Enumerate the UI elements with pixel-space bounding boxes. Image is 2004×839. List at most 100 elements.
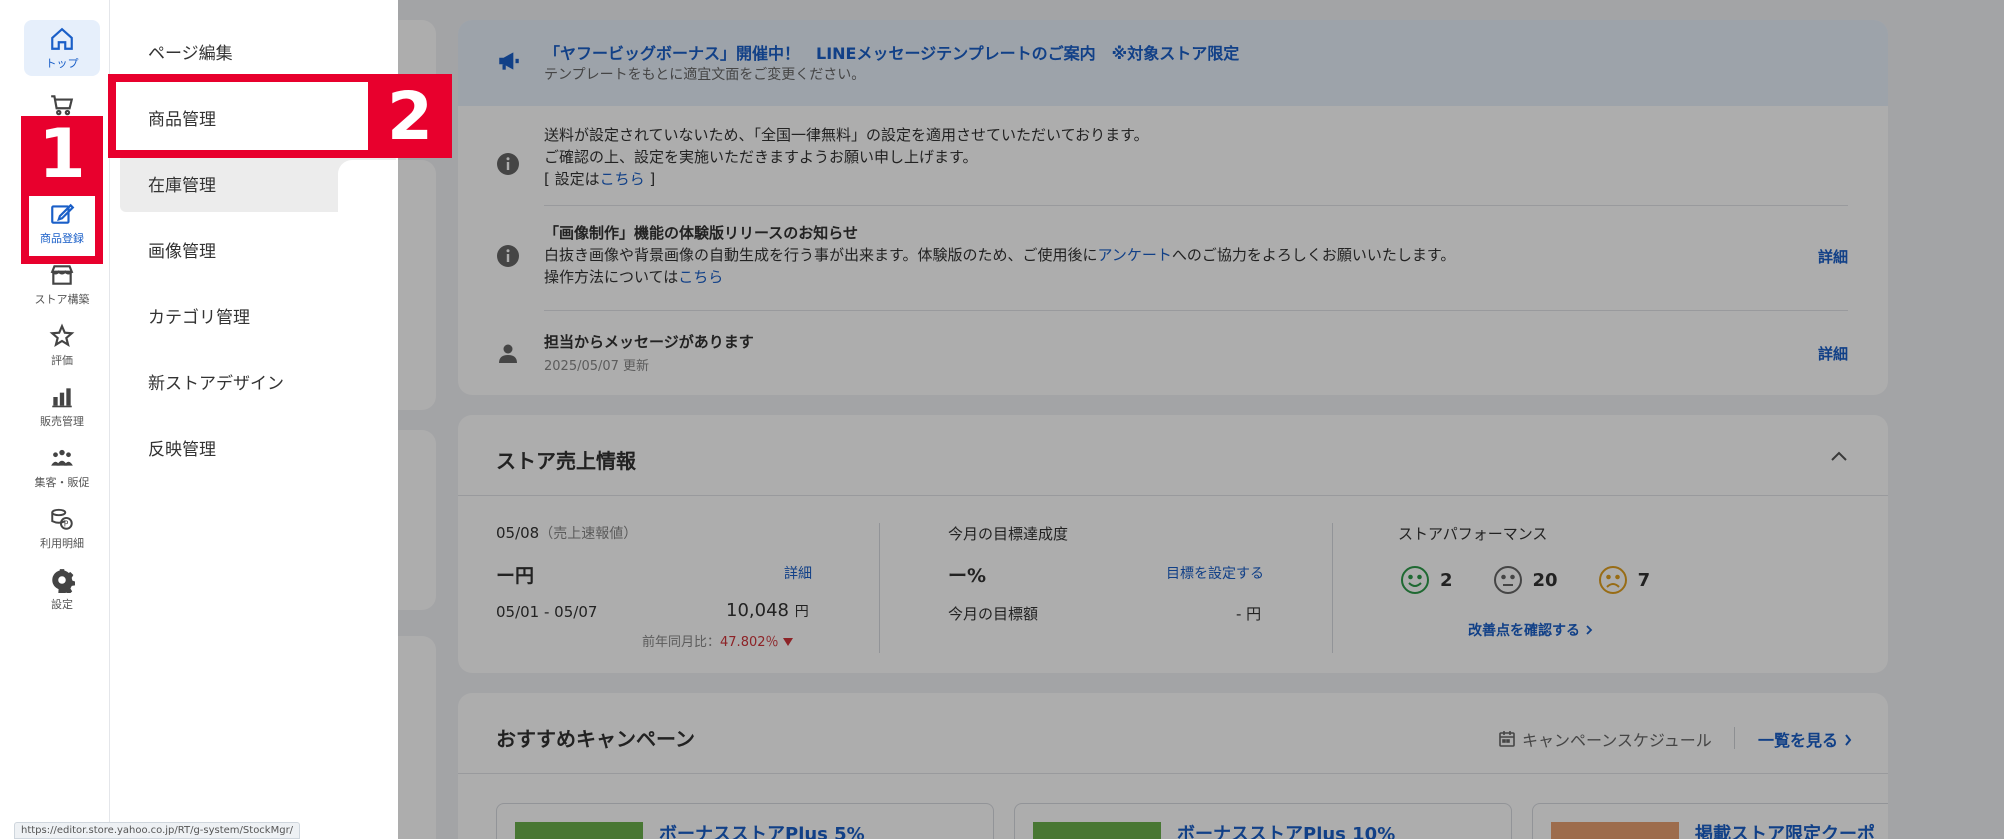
view-all-label: 一覧を見る bbox=[1758, 731, 1839, 750]
status-bar-url: https://editor.store.yahoo.co.jp/RT/g-sy… bbox=[14, 822, 301, 839]
star-icon bbox=[49, 323, 75, 347]
notice-title: 担当からメッセージがあります bbox=[544, 333, 754, 351]
calendar-icon bbox=[1499, 731, 1515, 747]
left-column-card bbox=[338, 636, 436, 839]
rail-item-promotion[interactable]: 集客・販促 bbox=[24, 439, 100, 495]
target-amount-value: - 円 bbox=[1236, 605, 1262, 623]
notice-text: 操作方法については bbox=[544, 268, 679, 286]
notice-title: 「画像制作」機能の体験版リリースのお知らせ bbox=[544, 224, 858, 242]
divider bbox=[879, 523, 880, 653]
left-column-card bbox=[338, 160, 436, 410]
notice-message: 担当からメッセージがあります 2025/05/07 更新 詳細 bbox=[458, 311, 1888, 395]
notice-text: へのご協力をよろしくお願いいたします。 bbox=[1171, 246, 1456, 264]
campaign-thumbnail bbox=[1033, 822, 1161, 839]
rail-label: 評価 bbox=[51, 353, 73, 367]
rail-label: トップ bbox=[45, 56, 79, 70]
bar-chart-icon bbox=[52, 387, 72, 407]
campaign-banner[interactable]: 「ヤフービッグボーナス」開催中！ LINEメッセージテンプレートのご案内 ※対象… bbox=[458, 20, 1888, 106]
sales-detail-link[interactable]: 詳細 bbox=[784, 563, 812, 583]
sad-face-icon bbox=[1598, 566, 1627, 594]
today-sales-value: ー円 bbox=[496, 565, 535, 587]
info-icon bbox=[497, 153, 519, 175]
smile-face-icon bbox=[1401, 566, 1429, 594]
rail-label: 販売管理 bbox=[40, 414, 84, 428]
sales-date: 05/08 bbox=[496, 524, 540, 542]
highlight-box-step1 bbox=[21, 188, 103, 264]
notice-image-creation: 「画像制作」機能の体験版リリースのお知らせ 白抜き画像や背景画像の自動生成を行う… bbox=[458, 206, 1888, 310]
store-sales-card: ストア売上情報 05/08（売上速報値） ー円 詳細 05/01 - 05/07… bbox=[458, 415, 1888, 673]
target-value: ー% bbox=[948, 565, 987, 587]
rail-item-rating[interactable]: 評価 bbox=[24, 317, 100, 373]
yen-unit: 円 bbox=[794, 604, 809, 620]
chevron-right-icon bbox=[1844, 734, 1851, 746]
rail-label: ストア構築 bbox=[34, 292, 90, 306]
campaign-item-title: 掲載ストア限定クーポ bbox=[1695, 824, 1875, 839]
performance-row: 2 20 7 bbox=[1400, 565, 1650, 595]
person-icon bbox=[499, 344, 517, 363]
shipping-settings-link[interactable]: こちら bbox=[600, 170, 645, 188]
campaign-item[interactable]: 掲載ストア限定クーポ bbox=[1532, 803, 1888, 839]
view-all-link[interactable]: 一覧を見る bbox=[1758, 727, 1852, 751]
performance-bad-count: 7 bbox=[1637, 569, 1651, 591]
banner-title[interactable]: 「ヤフービッグボーナス」開催中！ LINEメッセージテンプレートのご案内 ※対象… bbox=[544, 40, 1239, 64]
chevron-up-icon[interactable] bbox=[1830, 449, 1848, 463]
notice-date: 2025/05/07 更新 bbox=[544, 359, 650, 374]
performance-good-count: 2 bbox=[1440, 569, 1453, 591]
notice-detail-link[interactable]: 詳細 bbox=[1818, 343, 1848, 364]
notices-card: 「ヤフービッグボーナス」開催中！ LINEメッセージテンプレートのご案内 ※対象… bbox=[458, 20, 1888, 395]
campaign-schedule-link[interactable]: キャンペーンスケジュール bbox=[1498, 727, 1712, 751]
survey-link[interactable]: アンケート bbox=[1098, 246, 1172, 264]
campaign-thumbnail bbox=[1551, 822, 1679, 839]
check-improvements-link[interactable]: 改善点を確認する bbox=[1468, 620, 1593, 640]
target-amount-label: 今月の目標額 bbox=[948, 605, 1039, 623]
performance-neutral-count: 20 bbox=[1532, 569, 1558, 591]
down-triangle-icon bbox=[782, 638, 793, 646]
rail-label: 集客・販促 bbox=[34, 475, 90, 489]
notice-text: ご確認の上、設定を実施いただきますようお願い申し上げます。 bbox=[544, 148, 978, 166]
rail-label: 利用明細 bbox=[40, 536, 84, 550]
people-icon bbox=[51, 449, 73, 466]
notice-text: 白抜き画像や背景画像の自動生成を行う事が出来ます。体験版のため、ご使用後に bbox=[544, 246, 1098, 264]
campaign-thumbnail bbox=[515, 822, 643, 839]
rail-item-settings[interactable]: 設定 bbox=[24, 561, 100, 617]
notice-text: [ 設定は bbox=[544, 170, 600, 188]
rail-item-top[interactable]: トップ bbox=[24, 20, 100, 76]
left-column-card bbox=[338, 430, 436, 610]
sales-period: 05/01 - 05/07 bbox=[496, 603, 598, 621]
set-target-link[interactable]: 目標を設定する bbox=[1166, 563, 1264, 583]
neutral-face-icon bbox=[1493, 566, 1522, 594]
instructions-link[interactable]: こちら bbox=[678, 268, 723, 286]
campaign-schedule-label: キャンペーンスケジュール bbox=[1522, 731, 1712, 750]
rail-item-usage-statement[interactable]: P 利用明細 bbox=[24, 500, 100, 556]
gear-icon bbox=[52, 568, 75, 593]
notice-detail-link[interactable]: 詳細 bbox=[1818, 246, 1848, 267]
campaign-title: おすすめキャンペーン bbox=[496, 727, 695, 751]
divider bbox=[458, 495, 1888, 496]
sales-card-title: ストア売上情報 bbox=[496, 449, 636, 473]
chevron-right-icon bbox=[1586, 625, 1593, 635]
campaign-item[interactable]: ボーナスストアPlus 10% bbox=[1014, 803, 1512, 839]
step1-number: 1 bbox=[21, 115, 103, 194]
coins-icon: P bbox=[51, 508, 73, 530]
store-icon bbox=[50, 264, 74, 285]
highlight-box-step2 bbox=[108, 74, 376, 158]
target-title: 今月の目標達成度 bbox=[948, 525, 1069, 543]
svg-text:P: P bbox=[64, 519, 69, 528]
check-improvements-label: 改善点を確認する bbox=[1468, 623, 1580, 639]
divider bbox=[1332, 523, 1333, 653]
rail-item-sales-management[interactable]: 販売管理 bbox=[24, 378, 100, 434]
sales-date-note: （売上速報値） bbox=[539, 526, 638, 542]
rail-item-store-build[interactable]: ストア構築 bbox=[24, 256, 100, 312]
rail-label: 設定 bbox=[51, 597, 73, 611]
divider bbox=[1734, 727, 1735, 749]
campaign-item[interactable]: ボーナスストアPlus 5% bbox=[496, 803, 994, 839]
banner-subtitle: テンプレートをもとに適宜文面をご変更ください。 bbox=[544, 67, 866, 83]
step2-number: 2 bbox=[368, 74, 452, 158]
megaphone-icon bbox=[499, 52, 519, 70]
campaign-item-title: ボーナスストアPlus 10% bbox=[1177, 824, 1396, 839]
period-sales-value: 10,048 bbox=[726, 600, 789, 621]
home-icon bbox=[51, 27, 73, 50]
notice-text: ] bbox=[644, 170, 656, 188]
divider bbox=[458, 773, 1888, 774]
notice-text: 送料が設定されていないため、「全国一律無料」の設定を適用させていただいております… bbox=[544, 126, 1149, 144]
